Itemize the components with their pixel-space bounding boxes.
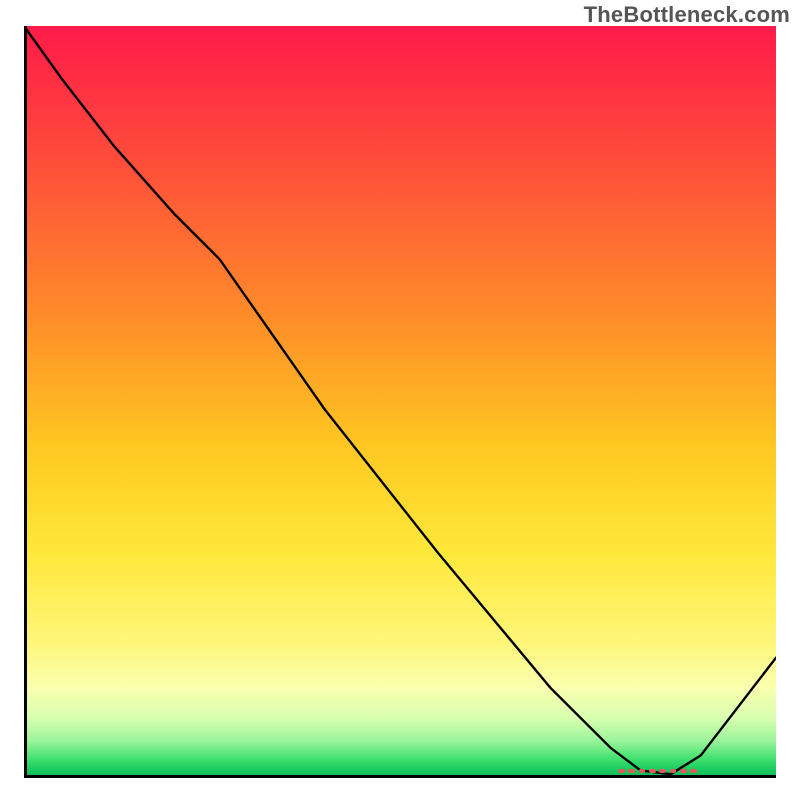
watermark: TheBottleneck.com <box>584 2 790 28</box>
plot-area <box>24 26 776 778</box>
plot-axes <box>24 26 776 778</box>
